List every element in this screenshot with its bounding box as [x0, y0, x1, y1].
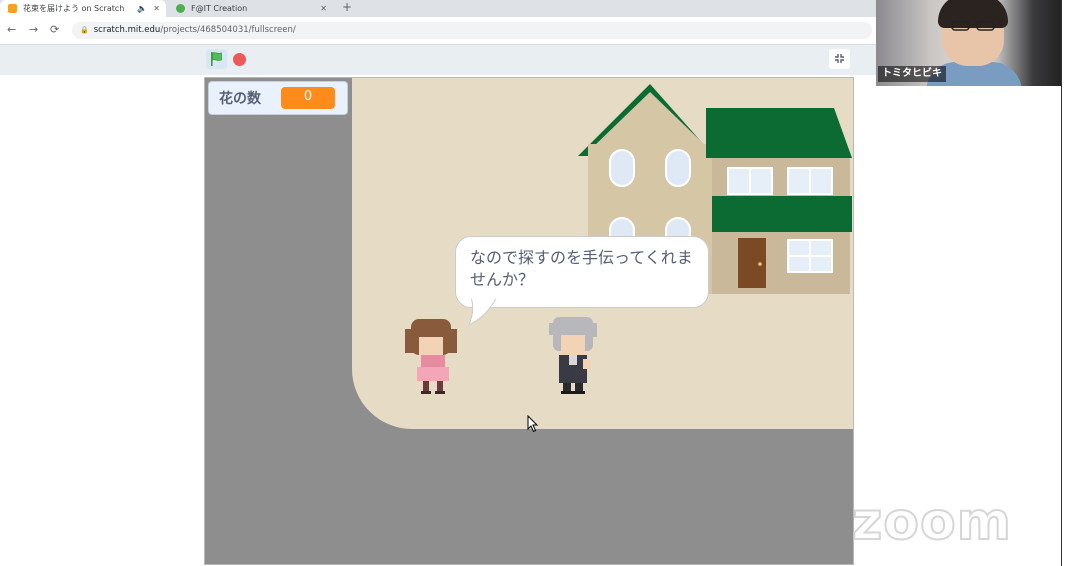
girl-sprite: [405, 319, 457, 394]
scratch-stage[interactable]: 花の数 0 なので探すのを手伝ってくれませんか？: [204, 77, 854, 565]
window-edge: [1061, 0, 1071, 566]
green-flag-button[interactable]: [206, 49, 227, 69]
speech-bubble-tail: [468, 297, 498, 326]
tab-title: 花束を届けよう on Scratch: [23, 4, 125, 13]
tab-close-icon[interactable]: ✕: [320, 4, 327, 13]
tab-close-icon[interactable]: ✕: [153, 4, 160, 13]
variable-value: 0: [281, 87, 335, 109]
variable-monitor: 花の数 0: [208, 81, 348, 115]
forward-arrow-icon[interactable]: →: [29, 23, 38, 36]
variable-label: 花の数: [219, 91, 261, 107]
zoom-watermark: zoom: [851, 492, 1012, 552]
tab-title: F@IT Creation: [191, 4, 248, 13]
zoom-webcam-tile: トミタヒビキ: [876, 0, 1061, 86]
exit-fullscreen-button[interactable]: [829, 49, 850, 69]
exit-fullscreen-icon: [835, 54, 844, 63]
back-arrow-icon[interactable]: ←: [7, 23, 16, 36]
fit-favicon-icon: [176, 4, 185, 13]
url-path: /projects/468504031/fullscreen/: [160, 25, 296, 35]
scratch-favicon-icon: [8, 4, 17, 13]
scratch-control-bar: [0, 45, 876, 75]
reload-icon[interactable]: ⟳: [50, 23, 59, 36]
lock-icon: 🔒: [80, 26, 89, 34]
speech-bubble-text: なので探すのを手伝ってくれませんか？: [470, 248, 693, 289]
glasses-icon: [951, 21, 995, 31]
url-bar[interactable]: 🔒 scratch.mit.edu/projects/468504031/full…: [72, 22, 872, 39]
participant-name: トミタヒビキ: [878, 66, 946, 82]
mouse-cursor-icon: [527, 415, 539, 433]
boy-sprite: [549, 317, 597, 394]
stop-button[interactable]: [233, 53, 246, 66]
new-tab-button[interactable]: +: [342, 0, 352, 15]
tab-fit-creation[interactable]: F@IT Creation ✕: [168, 0, 333, 17]
green-flag-icon: [211, 52, 222, 66]
tab-audio-icon[interactable]: 🔈: [137, 4, 147, 13]
url-host: scratch.mit.edu: [93, 25, 161, 35]
tab-scratch-project[interactable]: 花束を届けよう on Scratch 🔈 ✕: [0, 0, 166, 17]
